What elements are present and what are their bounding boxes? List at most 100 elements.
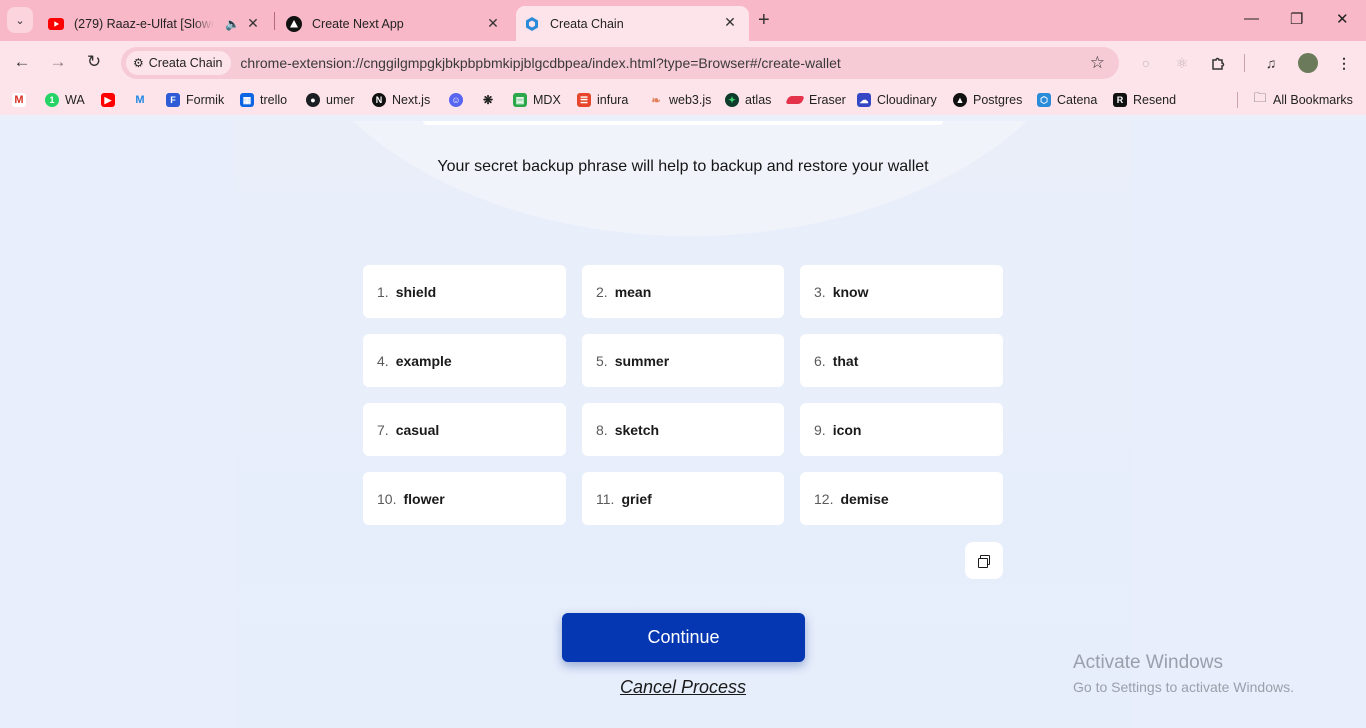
- cloudinary-icon: ☁: [857, 93, 871, 107]
- bookmark-catena[interactable]: ⬡ Catena: [1037, 92, 1097, 108]
- bookmarks-divider: [1237, 92, 1238, 108]
- bookmark-star-icon[interactable]: ☆: [1090, 53, 1105, 73]
- seed-word-card: 9. icon: [800, 403, 1003, 456]
- folder-icon: 🗀: [1253, 90, 1267, 105]
- seed-word-card: 4. example: [363, 334, 566, 387]
- bookmark-cloudinary[interactable]: ☁ Cloudinary: [857, 92, 937, 108]
- bookmark-label: infura: [597, 93, 629, 107]
- cancel-process-label[interactable]: Cancel Process: [620, 677, 746, 697]
- bookmark-openai[interactable]: ❋: [481, 92, 501, 108]
- forward-arrow-icon[interactable]: →: [47, 52, 69, 72]
- tab-divider: [274, 12, 275, 30]
- tab-title: (279) Raaz-e-Ulfat [Slowed+: [74, 17, 214, 31]
- copy-phrase-button[interactable]: [965, 542, 1003, 579]
- bookmark-mui[interactable]: M: [133, 92, 153, 108]
- continue-button[interactable]: Continue: [562, 613, 805, 662]
- close-tab-icon[interactable]: ✕: [244, 15, 262, 32]
- bookmarks-bar: M 1 WA ▶ M F Formik ▦ trello ● umer N Next.js…: [0, 85, 1366, 115]
- extension-ghost-icon[interactable]: ○: [1136, 53, 1156, 73]
- bookmark-nextjs[interactable]: N Next.js: [372, 92, 430, 108]
- bookmark-label: atlas: [745, 93, 772, 107]
- more-menu-icon[interactable]: ⋮: [1334, 53, 1354, 73]
- tab-strip: ⌄ (279) Raaz-e-Ulfat [Slowed+ 🔈 ✕ Create…: [0, 0, 1366, 41]
- windows-activation-watermark: Activate Windows Go to Settings to activ…: [1073, 652, 1294, 695]
- close-window-icon[interactable]: ✕: [1336, 10, 1349, 28]
- new-tab-plus-icon[interactable]: +: [758, 9, 770, 32]
- seed-word: know: [832, 283, 869, 300]
- word-index: 9.: [814, 421, 826, 438]
- close-tab-icon[interactable]: ✕: [721, 14, 739, 31]
- media-control-icon[interactable]: ♫: [1261, 53, 1281, 73]
- bookmark-label: umer: [326, 93, 355, 107]
- word-index: 10.: [377, 490, 397, 507]
- seed-word: casual: [395, 421, 440, 438]
- seed-word-card: 12. demise: [800, 472, 1003, 525]
- tab-creata-chain[interactable]: Creata Chain ✕: [516, 6, 749, 41]
- word-index: 3.: [814, 283, 826, 300]
- word-index: 2.: [596, 283, 608, 300]
- site-chip-label: Creata Chain: [148, 56, 223, 70]
- seed-word-card: 8. sketch: [582, 403, 784, 456]
- seed-word-card: 6. that: [800, 334, 1003, 387]
- bookmark-postgres[interactable]: ▲ Postgres: [953, 92, 1022, 108]
- seed-word: demise: [840, 490, 889, 507]
- reload-icon[interactable]: ↻: [83, 52, 105, 72]
- bookmark-youtube[interactable]: ▶: [101, 92, 121, 108]
- seed-word-card: 10. flower: [363, 472, 566, 525]
- bookmark-mdx[interactable]: ▤ MDX: [513, 92, 561, 108]
- extension-react-icon[interactable]: ⚛: [1172, 53, 1192, 73]
- bookmark-atlas[interactable]: ✦ atlas: [725, 92, 771, 108]
- address-bar[interactable]: ⚙ Creata Chain chrome-extension://cnggil…: [121, 47, 1119, 79]
- profile-avatar[interactable]: [1298, 53, 1318, 73]
- bookmark-web3js[interactable]: ❧ web3.js: [649, 92, 711, 108]
- seed-word: shield: [395, 283, 437, 300]
- extension-puzzle-icon: ⚙: [133, 56, 144, 70]
- bookmark-eraser[interactable]: Eraser: [785, 92, 846, 108]
- bookmark-infura[interactable]: ☰ infura: [577, 92, 628, 108]
- seed-word: example: [395, 352, 452, 369]
- tab-title: Create Next App: [312, 17, 404, 31]
- discord-icon: ☺: [449, 93, 463, 107]
- seed-word: summer: [614, 352, 670, 369]
- tab-youtube[interactable]: (279) Raaz-e-Ulfat [Slowed+ 🔈 ✕: [40, 7, 272, 41]
- close-tab-icon[interactable]: ✕: [484, 15, 502, 32]
- mui-icon: M: [133, 93, 147, 107]
- creata-chain-icon: [524, 16, 540, 32]
- bookmark-label: WA: [65, 93, 85, 107]
- bookmark-label: trello: [260, 93, 288, 107]
- bookmark-label: web3.js: [669, 93, 712, 107]
- word-index: 11.: [596, 490, 615, 507]
- tab-create-next-app[interactable]: Create Next App ✕: [278, 7, 512, 41]
- bookmark-wa[interactable]: 1 WA: [45, 92, 85, 108]
- chevron-down-icon: ⌄: [15, 14, 25, 27]
- speaker-icon[interactable]: 🔈: [225, 17, 240, 31]
- bookmark-resend[interactable]: R Resend: [1113, 92, 1176, 108]
- seed-word-card: 11. grief: [582, 472, 784, 525]
- bookmark-discord[interactable]: ☺: [449, 92, 469, 108]
- site-info-chip[interactable]: ⚙ Creata Chain: [126, 51, 232, 75]
- bookmark-gmail[interactable]: M: [12, 92, 32, 108]
- all-bookmarks-folder[interactable]: 🗀 All Bookmarks: [1253, 90, 1352, 108]
- bookmark-trello[interactable]: ▦ trello: [240, 92, 287, 108]
- url-text[interactable]: chrome-extension://cnggilgmpgkjbkpbpbmki…: [240, 55, 840, 71]
- whatsapp-icon: 1: [45, 93, 59, 107]
- watermark-title: Activate Windows: [1073, 652, 1223, 673]
- word-index: 1.: [377, 283, 389, 300]
- nextjs-icon: N: [372, 93, 386, 107]
- back-arrow-icon[interactable]: ←: [11, 52, 33, 72]
- word-index: 12.: [814, 490, 834, 507]
- word-index: 6.: [814, 352, 826, 369]
- seed-word: flower: [403, 490, 445, 507]
- bookmark-formik[interactable]: F Formik: [166, 92, 224, 108]
- watermark-subtitle: Go to Settings to activate Windows.: [1073, 679, 1294, 695]
- restore-icon[interactable]: ❐: [1290, 10, 1303, 28]
- minimize-icon[interactable]: —: [1244, 10, 1259, 27]
- bookmark-label: Next.js: [392, 93, 431, 107]
- mdx-icon: ▤: [513, 93, 527, 107]
- bookmark-umer[interactable]: ● umer: [306, 92, 354, 108]
- word-index: 4.: [377, 352, 389, 369]
- tab-search-button[interactable]: ⌄: [7, 7, 33, 33]
- tab-title: Creata Chain: [550, 16, 624, 31]
- extensions-puzzle-icon[interactable]: [1208, 53, 1228, 73]
- bookmark-label: Catena: [1057, 93, 1098, 107]
